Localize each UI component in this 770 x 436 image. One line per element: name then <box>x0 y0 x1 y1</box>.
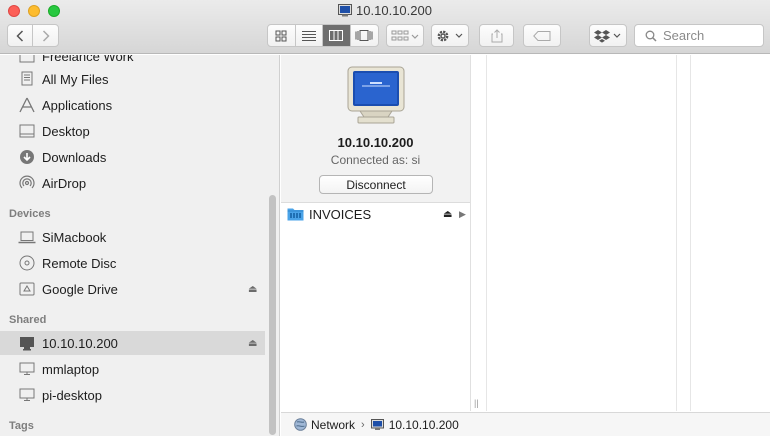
sidebar-item-downloads[interactable]: Downloads <box>0 145 265 169</box>
sidebar-item-label: All My Files <box>42 71 109 87</box>
sidebar-item-label: Desktop <box>42 123 90 139</box>
column-browser-3 <box>690 55 770 411</box>
tag-icon <box>533 30 551 41</box>
monitor-icon <box>338 4 353 20</box>
icon-view-button[interactable] <box>268 25 296 46</box>
server-monitor-icon <box>346 65 406 130</box>
monitor-icon <box>370 418 384 430</box>
column-browser-2 <box>486 55 677 411</box>
search-placeholder: Search <box>663 28 705 43</box>
forward-button[interactable] <box>33 25 58 46</box>
action-menu-button[interactable] <box>431 24 469 47</box>
sidebar-item-label: pi-desktop <box>42 387 102 403</box>
list-item-label: INVOICES <box>309 206 372 222</box>
cover-flow-icon <box>355 30 373 41</box>
icon-view-icon <box>275 30 287 41</box>
path-separator-icon: › <box>361 418 365 431</box>
folder-icon <box>17 55 37 66</box>
shared-folder-icon <box>287 207 304 224</box>
applications-icon <box>17 95 37 115</box>
back-forward-group <box>7 24 59 47</box>
sidebar-item-remote-disc[interactable]: Remote Disc <box>0 251 265 275</box>
downloads-icon <box>17 147 37 167</box>
sidebar-item-desktop[interactable]: Desktop <box>0 119 265 143</box>
chevron-right-icon <box>42 29 50 42</box>
disclosure-arrow-icon: ▶ <box>459 208 466 219</box>
display-icon <box>17 359 37 379</box>
sidebar-item-label: Freelance Work <box>42 55 134 64</box>
sidebar-scrollbar[interactable] <box>269 195 276 435</box>
eject-icon[interactable]: ⏏ <box>248 284 257 295</box>
search-field[interactable]: Search <box>634 24 764 47</box>
sidebar-item-label: Applications <box>42 97 113 113</box>
list-view-icon <box>301 31 316 41</box>
arrange-icon <box>391 30 419 40</box>
column-view-icon <box>329 30 344 41</box>
path-item-network[interactable]: Network <box>294 418 355 432</box>
dropbox-button[interactable] <box>589 24 627 47</box>
edit-tags-button[interactable] <box>523 24 561 47</box>
sidebar-item-label: SiMacbook <box>42 229 107 245</box>
search-icon <box>645 30 657 42</box>
list-item[interactable]: INVOICES ⏏ ▶ <box>281 204 470 224</box>
arrange-button[interactable] <box>386 24 424 47</box>
sidebar-item-label: AirDrop <box>42 175 87 191</box>
sidebar-item-label: mmlaptop <box>42 361 100 377</box>
sidebar-item-simacbook[interactable]: SiMacbook <box>0 225 265 249</box>
server-info-panel: 10.10.10.200 Connected as: si Disconnect <box>281 55 470 203</box>
sidebar-item-label: Remote Disc <box>42 255 117 271</box>
share-icon <box>491 28 502 42</box>
all-files-icon <box>17 69 37 89</box>
eject-icon[interactable]: ⏏ <box>443 209 452 220</box>
connection-status: Connected as: si <box>330 153 421 167</box>
window-toolbar: 10.10.10.200 Search <box>0 0 770 54</box>
window-title-bar: 10.10.10.200 <box>0 3 770 20</box>
sidebar-item-10-10-10-200[interactable]: 10.10.10.200 ⏏ <box>0 331 265 355</box>
sidebar-item-label: Downloads <box>42 149 107 165</box>
sidebar-section-shared: Shared <box>9 314 47 326</box>
laptop-icon <box>17 227 37 247</box>
sidebar-item-pi-desktop[interactable]: pi-desktop <box>0 383 265 407</box>
sidebar-item-all-my-files[interactable]: All My Files <box>0 67 265 91</box>
airdrop-icon <box>17 173 37 193</box>
list-view-button[interactable] <box>296 25 323 46</box>
sidebar-item-applications[interactable]: Applications <box>0 93 265 117</box>
disconnect-button[interactable]: Disconnect <box>319 175 433 194</box>
network-globe-icon <box>294 418 307 431</box>
dropbox-icon <box>594 29 621 43</box>
path-bar: Network › 10.10.10.200 <box>281 412 770 436</box>
view-mode-group <box>267 24 379 47</box>
sidebar: Freelance Work All My Files Applications… <box>0 55 280 436</box>
server-name: 10.10.10.200 <box>337 135 414 150</box>
sidebar-item-label: Google Drive <box>42 281 118 297</box>
sidebar-item-google-drive[interactable]: Google Drive ⏏ <box>0 277 265 301</box>
disc-icon <box>17 253 37 273</box>
chevron-left-icon <box>16 29 24 42</box>
sidebar-item-label: 10.10.10.200 <box>42 335 118 351</box>
sidebar-item-airdrop[interactable]: AirDrop <box>0 171 265 195</box>
path-item-server[interactable]: 10.10.10.200 <box>370 417 459 432</box>
column-browser-1: 10.10.10.200 Connected as: si Disconnect… <box>281 55 471 411</box>
sidebar-section-devices: Devices <box>9 208 51 220</box>
cover-flow-button[interactable] <box>351 25 378 46</box>
sidebar-item-mmlaptop[interactable]: mmlaptop <box>0 357 265 381</box>
column-view-button[interactable] <box>323 25 351 46</box>
display-icon <box>17 385 37 405</box>
back-button[interactable] <box>8 25 33 46</box>
window-title: 10.10.10.200 <box>356 3 432 18</box>
share-button[interactable] <box>479 24 514 47</box>
monitor-icon <box>17 333 37 353</box>
column-resize-handle[interactable]: || <box>474 398 479 408</box>
sidebar-section-tags: Tags <box>9 420 34 432</box>
drive-icon <box>17 279 37 299</box>
gear-icon <box>437 30 463 41</box>
desktop-icon <box>17 121 37 141</box>
path-item-label: 10.10.10.200 <box>388 417 459 432</box>
path-item-label: Network <box>311 417 356 432</box>
eject-icon[interactable]: ⏏ <box>248 338 257 349</box>
